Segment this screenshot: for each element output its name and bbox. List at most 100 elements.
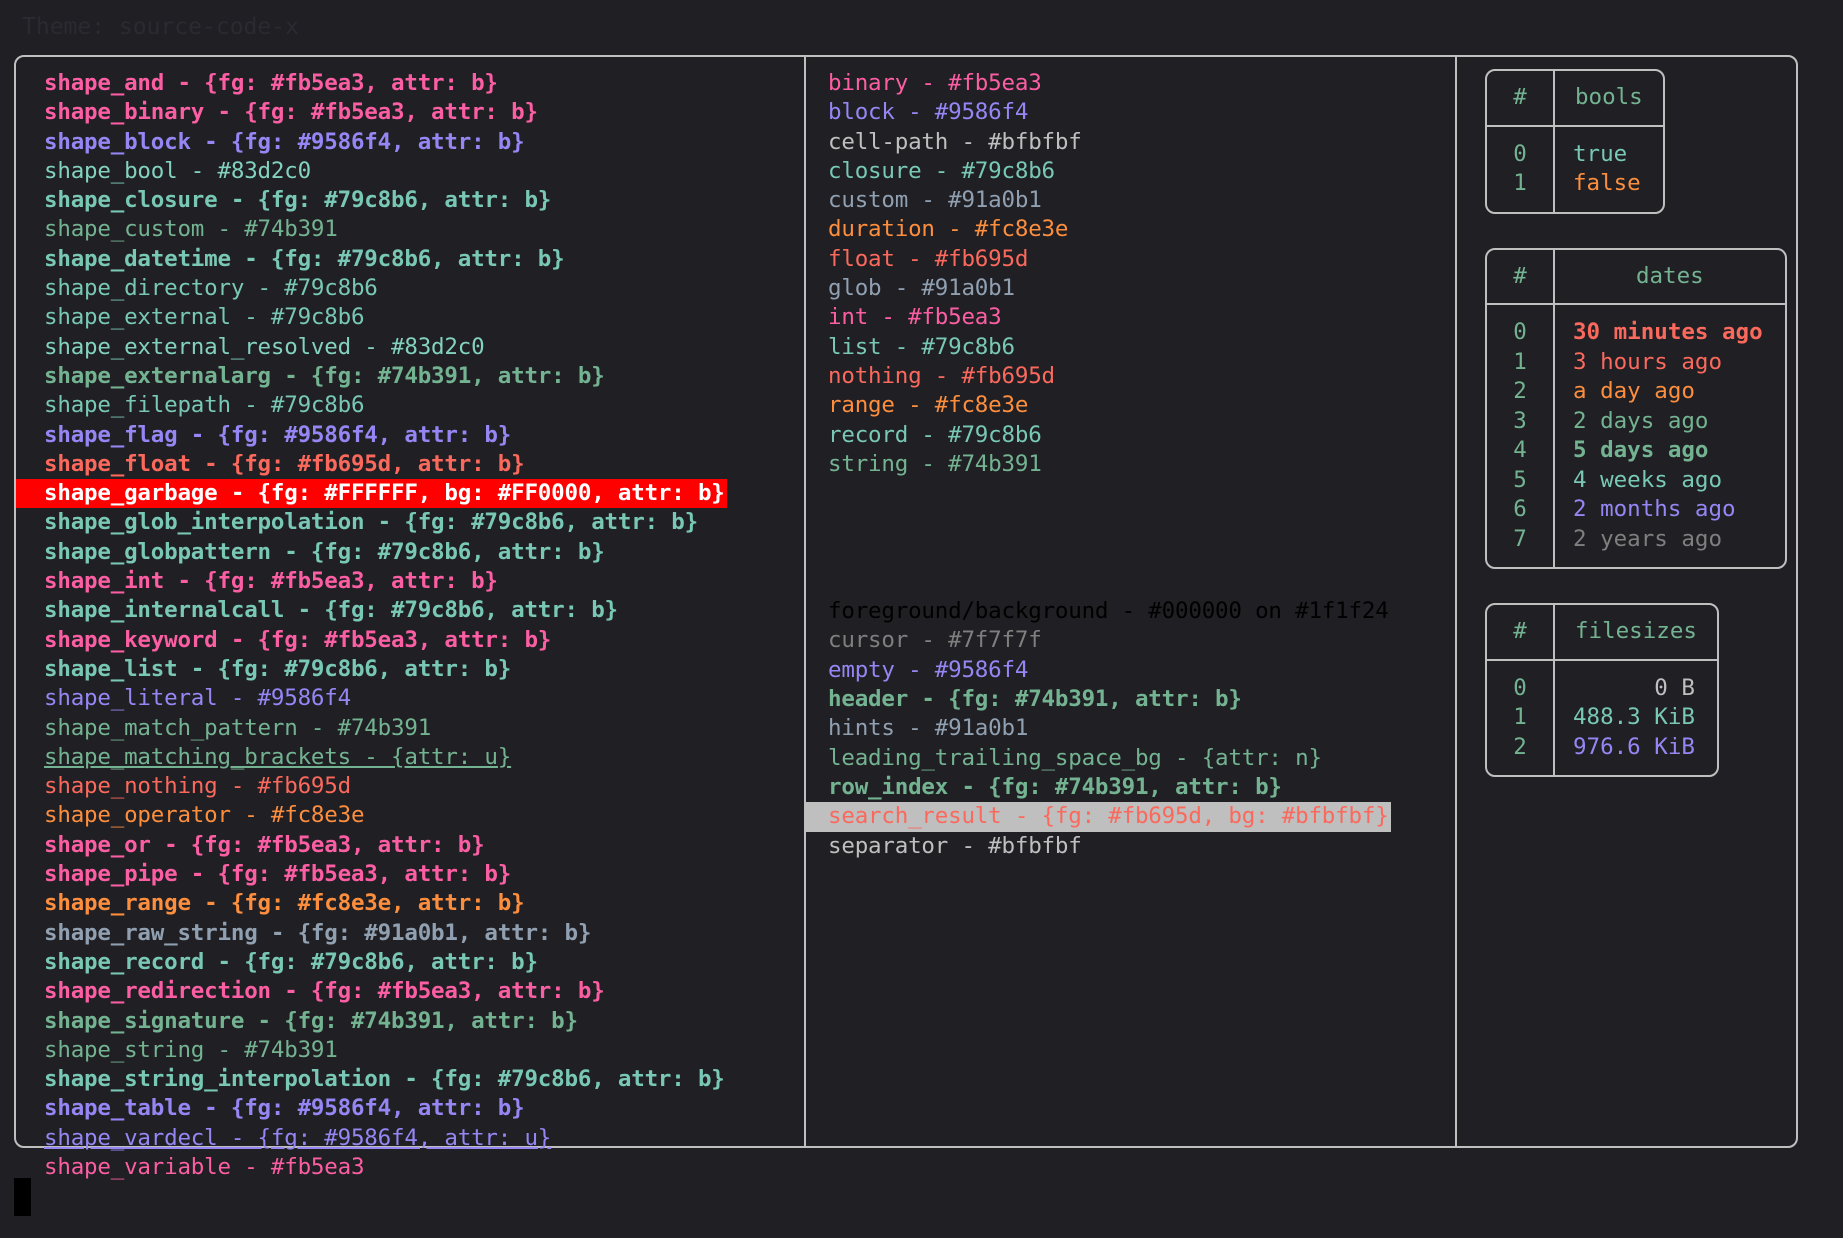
row-value: 0 B bbox=[1554, 660, 1717, 704]
row-value: 4 weeks ago bbox=[1554, 466, 1785, 496]
page-title: Theme: source-code-x bbox=[22, 12, 299, 42]
theme-entry-line: shape_flag - {fg: #9586f4, attr: b} bbox=[16, 421, 804, 450]
table-row: 72 years ago bbox=[1487, 525, 1785, 568]
column-header: bools bbox=[1554, 71, 1663, 126]
theme-entry-line: shape_list - {fg: #79c8b6, attr: b} bbox=[16, 655, 804, 684]
row-index: 2 bbox=[1487, 377, 1554, 407]
row-index: 6 bbox=[1487, 495, 1554, 525]
table-row: 0true bbox=[1487, 126, 1663, 170]
theme-entry-line: shape_raw_string - {fg: #91a0b1, attr: b… bbox=[16, 919, 804, 948]
row-index: 1 bbox=[1487, 703, 1554, 733]
table-spacer bbox=[1457, 573, 1796, 603]
theme-entry-line: shape_custom - #74b391 bbox=[16, 215, 804, 244]
theme-entry-line: shape_binary - {fg: #fb5ea3, attr: b} bbox=[16, 98, 804, 127]
row-index: 0 bbox=[1487, 304, 1554, 348]
theme-entry-line: hints - #91a0b1 bbox=[806, 714, 1455, 743]
theme-entry-line: shape_keyword - {fg: #fb5ea3, attr: b} bbox=[16, 626, 804, 655]
row-value: 488.3 KiB bbox=[1554, 703, 1717, 733]
row-index: 5 bbox=[1487, 466, 1554, 496]
row-value: true bbox=[1554, 126, 1663, 170]
table-row: 00 B bbox=[1487, 660, 1717, 704]
ui-elements-list: foreground/background - #000000 on #1f1f… bbox=[806, 597, 1455, 861]
theme-entry-line: binary - #fb5ea3 bbox=[806, 69, 1455, 98]
table-bools: #bools0true1false bbox=[1485, 69, 1665, 214]
row-index: 0 bbox=[1487, 126, 1554, 170]
table-dates: #dates030 minutes ago13 hours ago2a day … bbox=[1485, 248, 1787, 570]
table-row: 030 minutes ago bbox=[1487, 304, 1785, 348]
types-list: binary - #fb5ea3block - #9586f4cell-path… bbox=[806, 69, 1455, 479]
theme-entry-line: shape_external_resolved - #83d2c0 bbox=[16, 333, 804, 362]
theme-entry-line: shape_filepath - #79c8b6 bbox=[16, 391, 804, 420]
theme-entry-line: shape_pipe - {fg: #fb5ea3, attr: b} bbox=[16, 860, 804, 889]
theme-entry-line: foreground/background - #000000 on #1f1f… bbox=[806, 597, 1455, 626]
table-spacer bbox=[1457, 218, 1796, 248]
theme-entry-line: shape_block - {fg: #9586f4, attr: b} bbox=[16, 128, 804, 157]
table-row: 62 months ago bbox=[1487, 495, 1785, 525]
theme-entry-line: shape_matching_brackets - {attr: u} bbox=[16, 743, 804, 772]
theme-entry-line: shape_record - {fg: #79c8b6, attr: b} bbox=[16, 948, 804, 977]
theme-entry-line: shape_signature - {fg: #74b391, attr: b} bbox=[16, 1007, 804, 1036]
theme-entry-line: duration - #fc8e3e bbox=[806, 215, 1455, 244]
table-row: 54 weeks ago bbox=[1487, 466, 1785, 496]
row-value: 2 days ago bbox=[1554, 407, 1785, 437]
table-filesizes: #filesizes00 B1488.3 KiB2976.6 KiB bbox=[1485, 603, 1719, 777]
row-index: 0 bbox=[1487, 660, 1554, 704]
row-index: 4 bbox=[1487, 436, 1554, 466]
theme-entry-line: shape_literal - #9586f4 bbox=[16, 684, 804, 713]
row-index: 7 bbox=[1487, 525, 1554, 568]
theme-entry-line: shape_external - #79c8b6 bbox=[16, 303, 804, 332]
theme-entry-line: shape_internalcall - {fg: #79c8b6, attr:… bbox=[16, 596, 804, 625]
theme-entry-line: shape_float - {fg: #fb695d, attr: b} bbox=[16, 450, 804, 479]
theme-entry-line: leading_trailing_space_bg - {attr: n} bbox=[806, 744, 1455, 773]
theme-entry-line: glob - #91a0b1 bbox=[806, 274, 1455, 303]
terminal-cursor bbox=[14, 1178, 31, 1216]
table-row: 2a day ago bbox=[1487, 377, 1785, 407]
theme-entry-line: range - #fc8e3e bbox=[806, 391, 1455, 420]
column-header: # bbox=[1487, 71, 1554, 126]
theme-entry-line: empty - #9586f4 bbox=[806, 656, 1455, 685]
theme-entry-line: header - {fg: #74b391, attr: b} bbox=[806, 685, 1455, 714]
row-index: 2 bbox=[1487, 733, 1554, 776]
column-header: filesizes bbox=[1554, 605, 1717, 660]
row-value: a day ago bbox=[1554, 377, 1785, 407]
table-row: 32 days ago bbox=[1487, 407, 1785, 437]
row-value: 3 hours ago bbox=[1554, 348, 1785, 378]
theme-entry-line: closure - #79c8b6 bbox=[806, 157, 1455, 186]
theme-entry-line: shape_directory - #79c8b6 bbox=[16, 274, 804, 303]
table-row: 1488.3 KiB bbox=[1487, 703, 1717, 733]
row-index: 1 bbox=[1487, 169, 1554, 212]
theme-entry-line: shape_glob_interpolation - {fg: #79c8b6,… bbox=[16, 508, 804, 537]
theme-entry-line: int - #fb5ea3 bbox=[806, 303, 1455, 332]
column-gap bbox=[806, 479, 1455, 597]
theme-entry-line: row_index - {fg: #74b391, attr: b} bbox=[806, 773, 1455, 802]
theme-entry-line: shape_int - {fg: #fb5ea3, attr: b} bbox=[16, 567, 804, 596]
shapes-column: shape_and - {fg: #fb5ea3, attr: b}shape_… bbox=[16, 57, 806, 1146]
theme-entry-line: custom - #91a0b1 bbox=[806, 186, 1455, 215]
theme-entry-line: shape_operator - #fc8e3e bbox=[16, 801, 804, 830]
theme-entry-line: string - #74b391 bbox=[806, 450, 1455, 479]
row-value: 30 minutes ago bbox=[1554, 304, 1785, 348]
theme-entry-line: shape_and - {fg: #fb5ea3, attr: b} bbox=[16, 69, 804, 98]
theme-entry-line: shape_vardecl - {fg: #9586f4, attr: u} bbox=[16, 1124, 804, 1153]
theme-entry-line: shape_garbage - {fg: #FFFFFF, bg: #FF000… bbox=[16, 479, 727, 508]
row-value: 5 days ago bbox=[1554, 436, 1785, 466]
row-index: 3 bbox=[1487, 407, 1554, 437]
theme-entry-line: shape_range - {fg: #fc8e3e, attr: b} bbox=[16, 889, 804, 918]
theme-entry-line: list - #79c8b6 bbox=[806, 333, 1455, 362]
theme-entry-line: shape_match_pattern - #74b391 bbox=[16, 714, 804, 743]
theme-entry-line: shape_bool - #83d2c0 bbox=[16, 157, 804, 186]
samples-column: #bools0true1false#dates030 minutes ago13… bbox=[1457, 57, 1796, 1146]
theme-entry-line: block - #9586f4 bbox=[806, 98, 1455, 127]
table-row: 1false bbox=[1487, 169, 1663, 212]
theme-entry-line: float - #fb695d bbox=[806, 245, 1455, 274]
row-index: 1 bbox=[1487, 348, 1554, 378]
theme-entry-line: shape_nothing - #fb695d bbox=[16, 772, 804, 801]
types-and-ui-column: binary - #fb5ea3block - #9586f4cell-path… bbox=[806, 57, 1457, 1146]
theme-entry-line: shape_globpattern - {fg: #79c8b6, attr: … bbox=[16, 538, 804, 567]
table-row: 45 days ago bbox=[1487, 436, 1785, 466]
theme-entry-line: record - #79c8b6 bbox=[806, 421, 1455, 450]
theme-entry-line: shape_table - {fg: #9586f4, attr: b} bbox=[16, 1094, 804, 1123]
theme-entry-line: shape_externalarg - {fg: #74b391, attr: … bbox=[16, 362, 804, 391]
column-header: dates bbox=[1554, 250, 1785, 305]
theme-preview-frame: shape_and - {fg: #fb5ea3, attr: b}shape_… bbox=[14, 55, 1798, 1148]
